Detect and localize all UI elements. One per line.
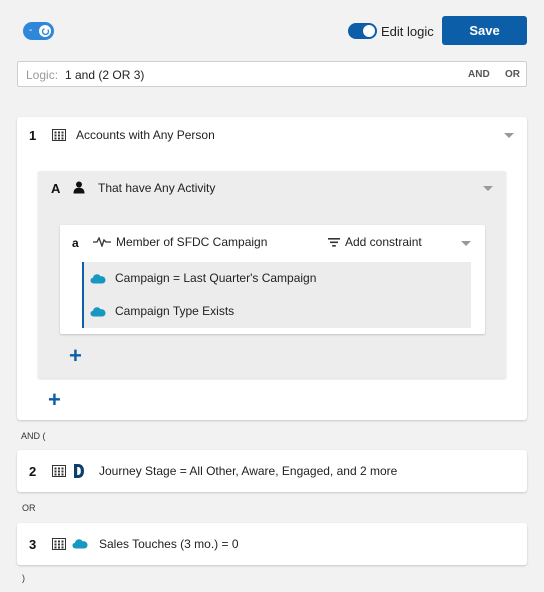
filter-text[interactable]: Sales Touches (3 mo.) = 0	[99, 537, 239, 551]
logic-and-button[interactable]: AND	[468, 69, 490, 80]
filter-card-1: 1 Accounts with Any Person A That have A…	[17, 117, 527, 420]
building-icon	[52, 465, 66, 477]
logic-input[interactable]: Logic: 1 and (2 OR 3) AND OR	[17, 61, 527, 87]
edit-logic-toggle[interactable]	[348, 23, 377, 39]
subgroup-letter: A	[51, 181, 61, 196]
toggle-dash: -	[29, 25, 33, 36]
toggle-knob	[363, 25, 375, 37]
building-icon	[52, 129, 66, 141]
journey-d-logo-icon	[74, 464, 84, 478]
filter-number: 2	[29, 464, 37, 479]
chevron-down-icon[interactable]	[483, 186, 493, 191]
filter-text[interactable]: Accounts with Any Person	[76, 128, 215, 142]
filter-number: 1	[29, 128, 37, 143]
add-subgroup-icon[interactable]: +	[48, 389, 61, 411]
logic-value[interactable]: 1 and (2 OR 3)	[65, 68, 144, 82]
filter-text[interactable]: Journey Stage = All Other, Aware, Engage…	[99, 464, 397, 478]
filter-icon	[328, 238, 340, 247]
sync-icon	[39, 25, 51, 37]
logic-label: Logic:	[26, 68, 59, 82]
building-icon	[52, 538, 66, 550]
connector-close: )	[22, 573, 25, 583]
add-constraint-button[interactable]: Add constraint	[345, 235, 422, 249]
activity-pulse-icon	[93, 237, 111, 247]
chevron-down-icon[interactable]	[461, 241, 471, 246]
salesforce-cloud-icon	[90, 274, 106, 284]
sync-toggle[interactable]: -	[23, 22, 54, 40]
condition-letter: a	[72, 236, 79, 250]
edit-logic-label: Edit logic	[381, 24, 434, 39]
constraint-text[interactable]: Campaign = Last Quarter's Campaign	[115, 271, 316, 285]
connector-and: AND (	[21, 431, 46, 441]
person-icon	[73, 181, 85, 194]
salesforce-cloud-icon	[72, 539, 88, 549]
filter-card-3: 3 Sales Touches (3 mo.) = 0	[17, 523, 527, 565]
constraint-list: Campaign = Last Quarter's Campaign Campa…	[82, 262, 471, 328]
filter-number: 3	[29, 537, 37, 552]
add-condition-icon[interactable]: +	[69, 345, 82, 367]
condition-title[interactable]: Member of SFDC Campaign	[116, 235, 267, 249]
subgroup-a: A That have Any Activity a Member of SFD…	[38, 171, 506, 378]
salesforce-cloud-icon	[90, 307, 106, 317]
condition-a: a Member of SFDC Campaign Add constraint…	[60, 225, 485, 334]
filter-card-2: 2 Journey Stage = All Other, Aware, Enga…	[17, 450, 527, 492]
connector-or: OR	[22, 503, 36, 513]
save-button[interactable]: Save	[442, 16, 527, 45]
subgroup-text[interactable]: That have Any Activity	[98, 181, 215, 195]
chevron-down-icon[interactable]	[504, 133, 514, 138]
constraint-text[interactable]: Campaign Type Exists	[115, 304, 234, 318]
logic-or-button[interactable]: OR	[505, 69, 520, 80]
